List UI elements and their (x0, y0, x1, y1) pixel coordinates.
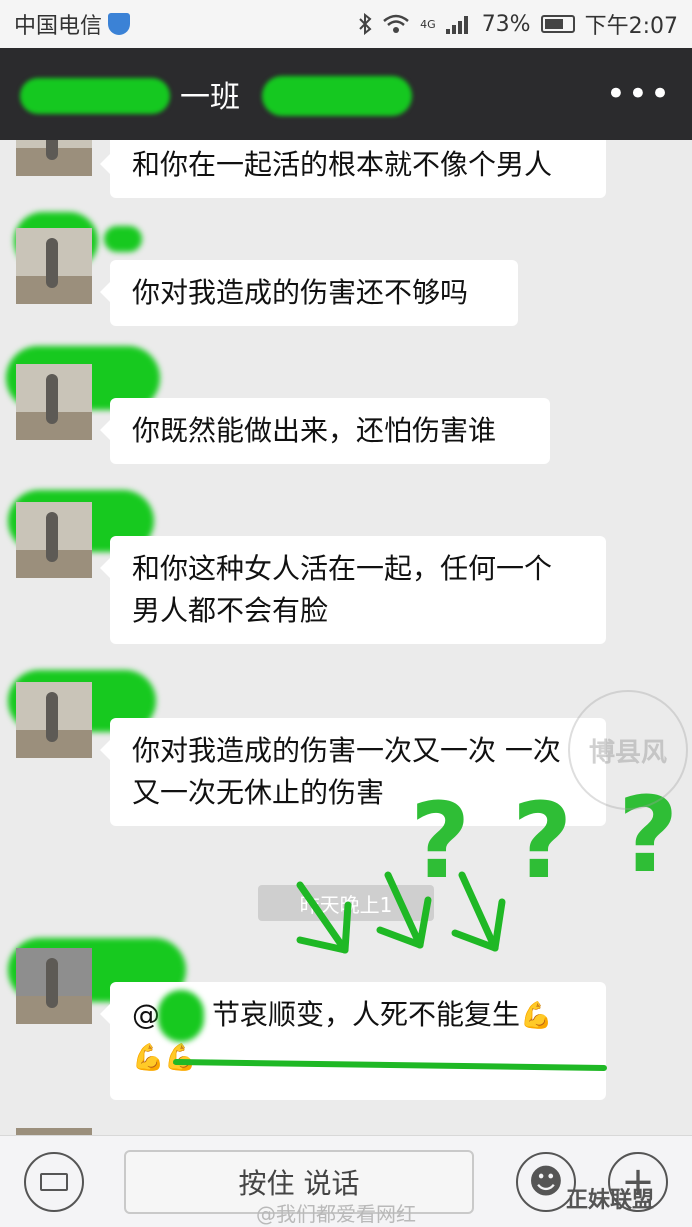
status-icons: 4G 73% 下午2:07 (358, 8, 678, 40)
clock: 下午2:07 (584, 14, 678, 39)
carrier-name: 中国电信 (14, 14, 103, 39)
bluetooth-icon (359, 13, 372, 35)
brand-watermark: 正妹联盟 (566, 1188, 655, 1213)
annotation-arrow (376, 871, 432, 949)
carrier: 中国电信 (14, 8, 131, 40)
battery-percent: 73% (481, 11, 531, 37)
annotation-arrows (173, 871, 607, 1071)
redaction-mark (262, 76, 412, 116)
battery-icon (540, 15, 575, 33)
chat-area[interactable]: 和你在一起活的根本就不像个男人 你对我造成的伤害还不够吗 你既然能做出来，还怕伤… (0, 140, 692, 1135)
annotation-underline (173, 1059, 607, 1071)
chat-title: 一班 (180, 80, 240, 115)
watermark-seal: 博县风 (568, 690, 688, 810)
keyboard-icon (40, 1173, 68, 1191)
more-options-button[interactable]: ••• (606, 74, 672, 114)
keyboard-toggle-button[interactable] (24, 1152, 84, 1212)
smiley-icon: ☻ (528, 1162, 564, 1202)
redaction-mark (20, 78, 170, 114)
wifi-icon (383, 14, 409, 33)
weibo-watermark: @我们都爱看网红 (256, 1202, 416, 1226)
avatar[interactable] (16, 1128, 92, 1135)
shield-icon (108, 13, 131, 35)
annotation-arrow (451, 871, 506, 952)
signal-icon (445, 14, 472, 34)
annotation-arrow (296, 881, 352, 954)
network-type: 4G (420, 17, 436, 31)
chat-title-bar: 一班 ••• (0, 48, 692, 140)
status-bar: 中国电信 4G 73% 下午2:07 (0, 0, 692, 48)
